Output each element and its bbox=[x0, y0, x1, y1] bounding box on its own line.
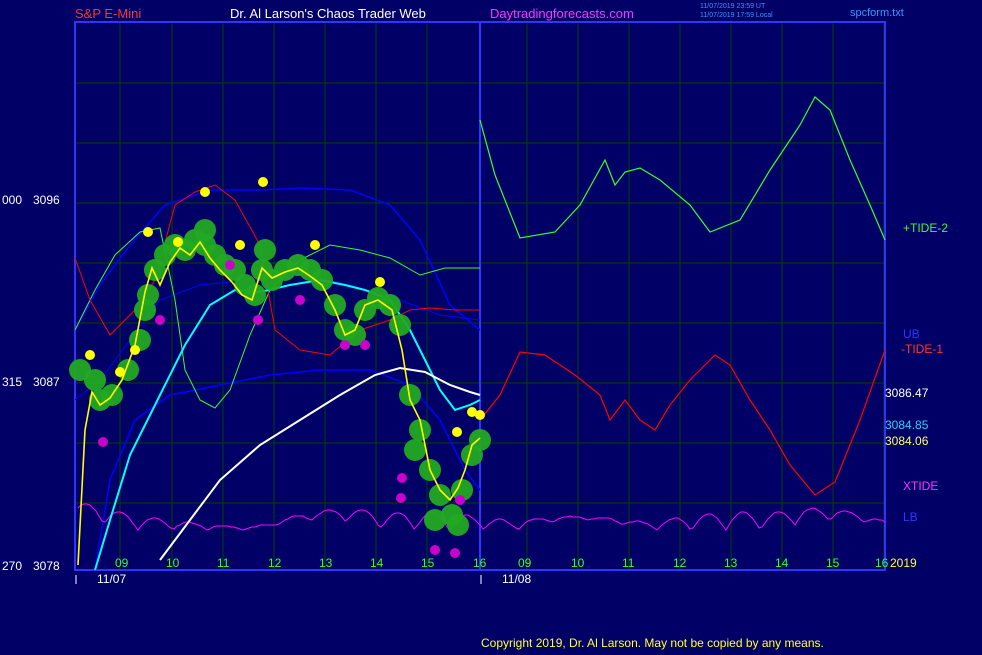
price-bar-dot-40 bbox=[194, 219, 216, 241]
x-tick-hour-11: 12 bbox=[673, 556, 687, 570]
y-tick-left-1: 000 bbox=[2, 193, 22, 207]
x-tick-hour-14: 15 bbox=[826, 556, 840, 570]
price-bar-dot-41 bbox=[254, 239, 276, 261]
y-tick-2: 3087 bbox=[33, 375, 60, 389]
chart-background bbox=[0, 0, 982, 650]
high-marker-6 bbox=[258, 177, 268, 187]
x-tick-hour-15: 16 bbox=[875, 556, 889, 570]
x-tick-hour-7: 16 bbox=[473, 556, 487, 570]
x-tick-hour-9: 10 bbox=[571, 556, 585, 570]
y-tick-3: 3078 bbox=[33, 559, 60, 573]
label-last-price: 3084.06 bbox=[885, 434, 929, 448]
date-label-1: 11/07 bbox=[97, 572, 126, 586]
x-tick-hour-13: 14 bbox=[775, 556, 789, 570]
high-marker-4 bbox=[173, 237, 183, 247]
label-last-ub: 3086.47 bbox=[885, 386, 929, 400]
label-tide-minus-1: -TIDE-1 bbox=[901, 342, 943, 356]
high-marker-8 bbox=[310, 240, 320, 250]
label-last-fast-ma: 3084.85 bbox=[885, 418, 929, 432]
timestamp-local: 11/07/2019 17:59 Local bbox=[700, 12, 773, 19]
label-xtide: XTIDE bbox=[903, 479, 938, 493]
low-marker-11 bbox=[455, 495, 465, 505]
low-marker-1 bbox=[155, 315, 165, 325]
x-tick-hour-10: 11 bbox=[622, 556, 635, 570]
site-link[interactable]: Daytradingforecasts.com bbox=[490, 6, 634, 21]
x-tick-hour-8: 09 bbox=[518, 556, 532, 570]
timestamp-ut: 11/07/2019 23:59 UT bbox=[700, 3, 766, 10]
high-marker-12 bbox=[475, 410, 485, 420]
high-marker-5 bbox=[200, 187, 210, 197]
low-marker-3 bbox=[253, 315, 263, 325]
chart-title: Dr. Al Larson's Chaos Trader Web bbox=[230, 6, 426, 21]
high-marker-3 bbox=[143, 227, 153, 237]
high-marker-0 bbox=[85, 350, 95, 360]
chart-svg: S&P E-Mini Dr. Al Larson's Chaos Trader … bbox=[0, 0, 982, 650]
chart-window: S&P E-Mini Dr. Al Larson's Chaos Trader … bbox=[0, 0, 982, 650]
high-marker-10 bbox=[452, 427, 462, 437]
high-marker-7 bbox=[235, 240, 245, 250]
low-marker-9 bbox=[430, 545, 440, 555]
label-ub: UB bbox=[903, 327, 920, 341]
low-marker-4 bbox=[295, 295, 305, 305]
price-bar-dot-29 bbox=[379, 294, 401, 316]
x-tick-hour-0: 09 bbox=[115, 556, 129, 570]
year-label: 2019 bbox=[890, 556, 917, 570]
price-bar-dot-42 bbox=[404, 439, 426, 461]
low-marker-2 bbox=[225, 260, 235, 270]
y-tick-1: 3096 bbox=[33, 193, 60, 207]
high-marker-9 bbox=[375, 277, 385, 287]
price-bar-dot-39 bbox=[134, 299, 156, 321]
low-marker-10 bbox=[450, 548, 460, 558]
y-tick-left-3: 270 bbox=[2, 559, 22, 573]
price-bar-dot-30 bbox=[389, 314, 411, 336]
x-tick-hour-12: 13 bbox=[724, 556, 738, 570]
x-tick-hour-5: 14 bbox=[370, 556, 384, 570]
price-bar-dot-24 bbox=[324, 294, 346, 316]
label-tide-plus-2: +TIDE-2 bbox=[903, 221, 948, 235]
symbol-title: S&P E-Mini bbox=[75, 6, 141, 21]
y-tick-left-2: 315 bbox=[2, 375, 22, 389]
filename-label: spcform.txt bbox=[850, 7, 904, 19]
x-tick-hour-2: 11 bbox=[217, 556, 230, 570]
x-tick-hour-6: 15 bbox=[421, 556, 435, 570]
low-marker-6 bbox=[360, 340, 370, 350]
x-tick-hour-1: 10 bbox=[166, 556, 180, 570]
price-bar-dot-38 bbox=[469, 429, 491, 451]
low-marker-5 bbox=[340, 340, 350, 350]
price-bar-dot-1 bbox=[84, 369, 106, 391]
low-marker-7 bbox=[397, 473, 407, 483]
price-bar-dot-44 bbox=[447, 514, 469, 536]
low-marker-0 bbox=[98, 437, 108, 447]
copyright-notice: Copyright 2019, Dr. Al Larson. May not b… bbox=[481, 636, 824, 650]
x-tick-hour-3: 12 bbox=[268, 556, 282, 570]
label-lb: LB bbox=[903, 510, 918, 524]
price-bar-dot-43 bbox=[424, 509, 446, 531]
low-marker-8 bbox=[396, 493, 406, 503]
date-label-2: 11/08 bbox=[502, 572, 531, 586]
price-bar-dot-17 bbox=[244, 284, 266, 306]
x-tick-hour-4: 13 bbox=[319, 556, 333, 570]
price-bar-dot-34 bbox=[429, 484, 451, 506]
